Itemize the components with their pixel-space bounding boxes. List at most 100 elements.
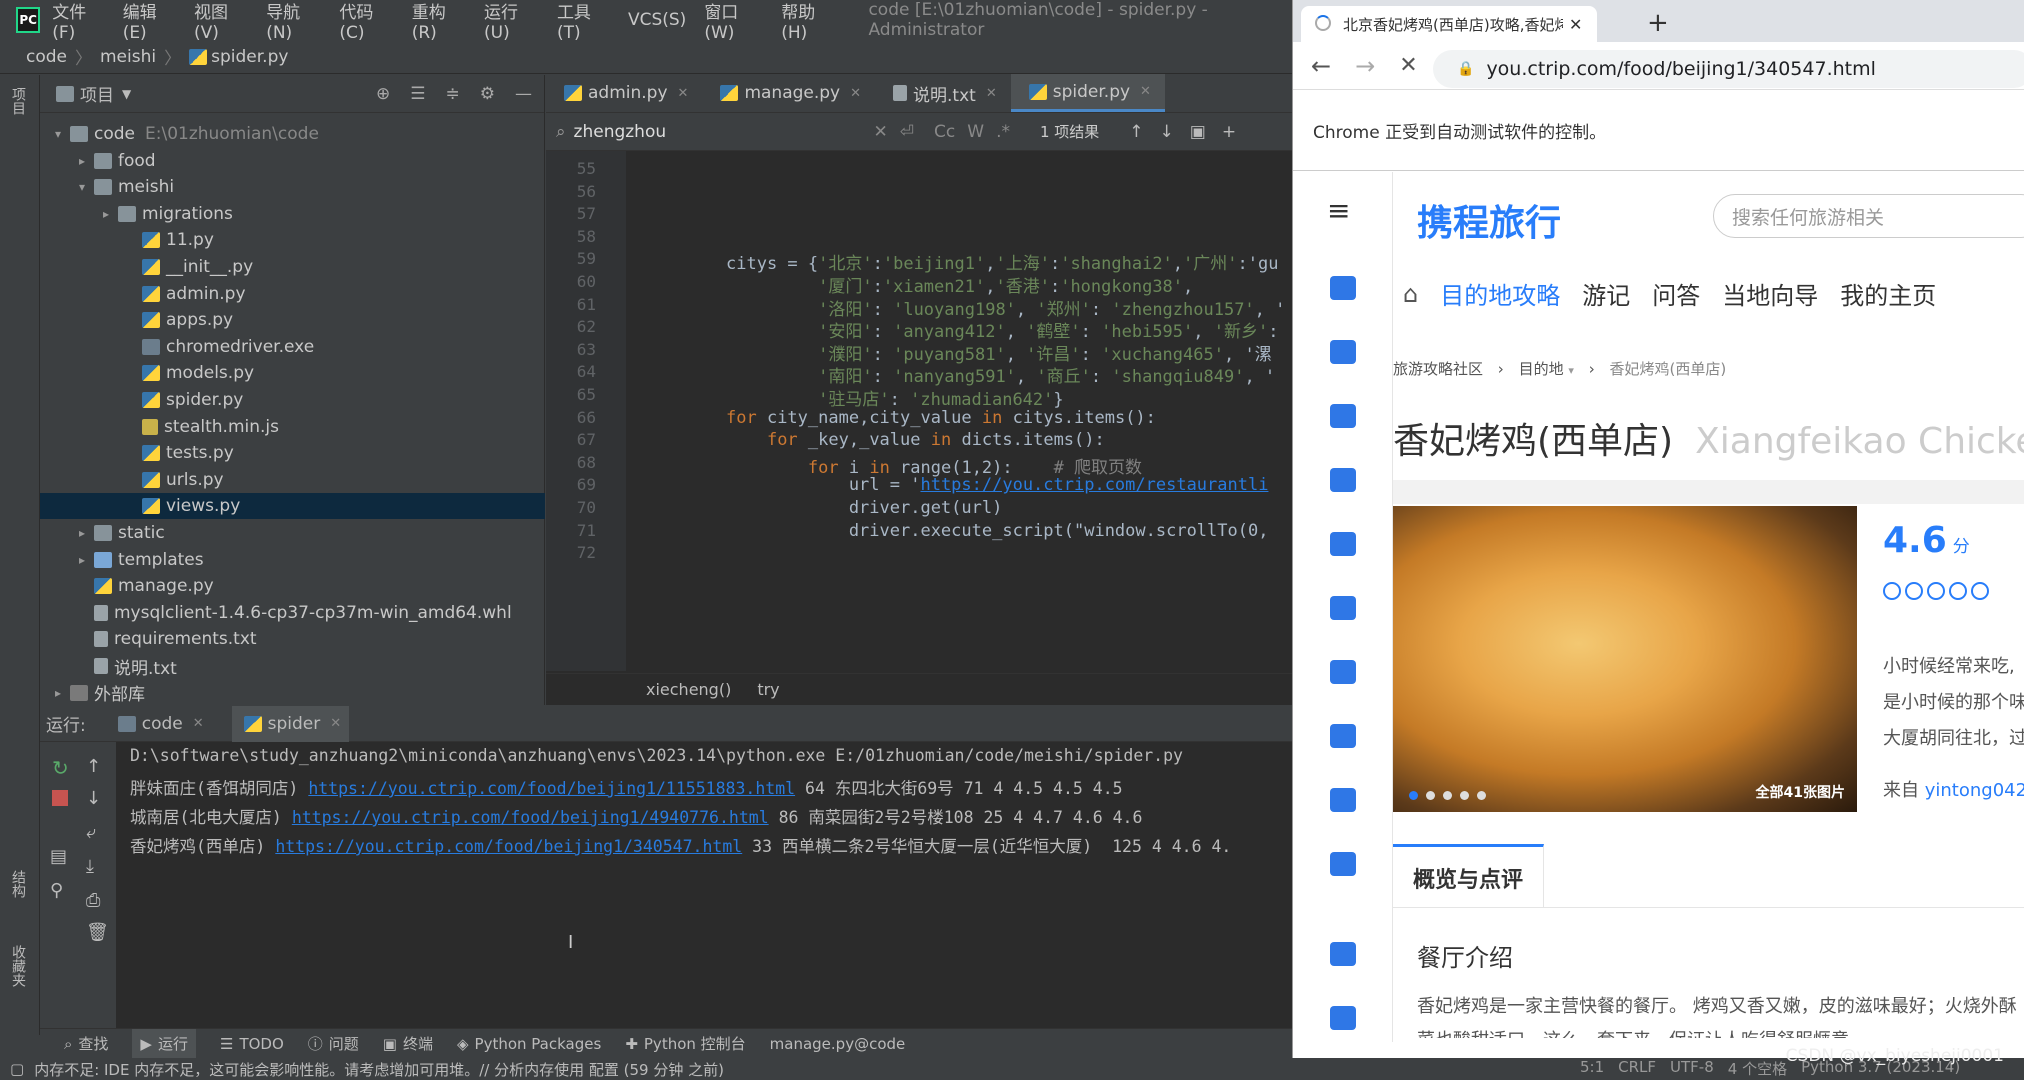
url-bar[interactable]: 🔒 you.ctrip.com/food/beijing1/340547.htm… bbox=[1433, 50, 2024, 88]
tree-item[interactable]: spider.py bbox=[40, 387, 545, 413]
expand-all-icon[interactable]: ☰ bbox=[410, 84, 425, 104]
gift-icon[interactable] bbox=[1330, 852, 1356, 876]
find-input[interactable]: zhengzhou bbox=[574, 122, 874, 142]
flight-icon[interactable] bbox=[1330, 340, 1356, 364]
locate-icon[interactable]: ⊕ bbox=[376, 84, 390, 104]
layout-icon[interactable]: ▤ bbox=[50, 846, 67, 867]
menu-vcs[interactable]: VCS(S) bbox=[628, 10, 686, 30]
dolphin-icon[interactable] bbox=[1330, 1006, 1356, 1030]
chevron-icon[interactable]: ▸ bbox=[74, 526, 90, 540]
close-icon[interactable]: ✕ bbox=[1140, 84, 1151, 99]
project-title[interactable]: 项目 bbox=[80, 81, 114, 106]
menu-window[interactable]: 窗口(W) bbox=[704, 0, 763, 43]
cursor-position[interactable]: 5:1 bbox=[1580, 1058, 1604, 1079]
regex-toggle-icon[interactable]: ⏎ bbox=[900, 122, 914, 142]
tree-item[interactable]: views.py bbox=[40, 493, 545, 520]
chevron-down-icon[interactable]: ▼ bbox=[122, 87, 131, 101]
home-icon[interactable]: ⌂ bbox=[1403, 280, 1418, 308]
console-link[interactable]: https://you.ctrip.com/food/beijing1/4940… bbox=[292, 808, 769, 827]
globe-icon[interactable] bbox=[1330, 788, 1356, 812]
tree-item[interactable]: ▸ templates bbox=[40, 547, 545, 573]
console-link[interactable]: https://you.ctrip.com/food/beijing1/1155… bbox=[308, 779, 795, 798]
forward-icon[interactable]: → bbox=[1355, 52, 1375, 80]
browser-tab[interactable]: 北京香妃烤鸡(西单店)攻略,香妃烤 ✕ bbox=[1301, 6, 1597, 42]
close-icon[interactable]: ✕ bbox=[678, 86, 689, 101]
hide-icon[interactable]: — bbox=[515, 84, 532, 104]
close-icon[interactable]: ✕ bbox=[1569, 15, 1582, 34]
z-brand-icon[interactable] bbox=[1330, 942, 1356, 966]
restaurant-photo[interactable]: 全部41张图片 bbox=[1393, 506, 1857, 812]
trash-icon[interactable]: 🗑 bbox=[86, 922, 109, 943]
tree-item[interactable]: ▸ food bbox=[40, 148, 545, 174]
scroll-to-end-icon[interactable]: ⤓ bbox=[86, 856, 94, 877]
review-user-link[interactable]: yintong0420 bbox=[1925, 780, 2024, 801]
tree-item[interactable]: ▸ 外部库 bbox=[40, 680, 545, 706]
menu-edit[interactable]: 编辑(E) bbox=[123, 0, 176, 43]
tree-item[interactable]: admin.py bbox=[40, 281, 545, 307]
bottom-tab-terminal[interactable]: ▣ 终端 bbox=[383, 1033, 433, 1054]
nav-qa[interactable]: 问答 bbox=[1652, 276, 1700, 311]
chevron-down-icon[interactable]: ▾ bbox=[1568, 364, 1574, 377]
encoding[interactable]: UTF-8 bbox=[1670, 1058, 1714, 1079]
bottom-tab-find[interactable]: ⌕ 查找 bbox=[64, 1033, 108, 1054]
tool-tab-project[interactable]: 项目 bbox=[8, 87, 28, 115]
train-icon[interactable] bbox=[1330, 404, 1356, 428]
chevron-icon[interactable]: ▸ bbox=[50, 686, 66, 700]
tab-admin-py[interactable]: admin.py ✕ bbox=[546, 74, 702, 112]
menu-run[interactable]: 运行(U) bbox=[484, 0, 539, 43]
tool-tab-favorites[interactable]: 收藏夹 bbox=[8, 945, 28, 987]
menu-refactor[interactable]: 重构(R) bbox=[412, 0, 466, 43]
nav-travelogues[interactable]: 游记 bbox=[1582, 276, 1630, 311]
close-icon[interactable]: ✕ bbox=[193, 716, 204, 731]
breadcrumb-item[interactable]: meishi bbox=[100, 47, 156, 67]
all-photos-link[interactable]: 全部41张图片 bbox=[1756, 782, 1845, 802]
new-tab-icon[interactable]: + bbox=[1647, 8, 1669, 38]
line-separator[interactable]: CRLF bbox=[1618, 1058, 1656, 1079]
breadcrumb-item[interactable]: code bbox=[26, 47, 67, 67]
tree-item[interactable]: __init__.py bbox=[40, 254, 545, 280]
tree-item[interactable]: tests.py bbox=[40, 440, 545, 466]
tree-item[interactable]: apps.py bbox=[40, 307, 545, 333]
select-all-icon[interactable]: ▣ bbox=[1190, 122, 1206, 142]
previous-match-icon[interactable]: ↑ bbox=[1129, 122, 1143, 142]
tree-item[interactable]: ▾ meishi bbox=[40, 174, 545, 200]
chevron-icon[interactable]: ▾ bbox=[50, 127, 66, 141]
site-search-input[interactable]: 搜索任何旅游相关 bbox=[1713, 194, 2024, 238]
wrap-icon[interactable]: ⤶ bbox=[86, 822, 96, 843]
down-icon[interactable]: ↓ bbox=[86, 788, 101, 809]
chevron-icon[interactable]: ▾ bbox=[74, 180, 90, 194]
chevron-icon[interactable]: ▸ bbox=[74, 154, 90, 168]
tree-item[interactable]: manage.py bbox=[40, 573, 545, 599]
bus-icon[interactable] bbox=[1330, 596, 1356, 620]
scenery-icon[interactable] bbox=[1330, 660, 1356, 684]
gear-icon[interactable]: ⚙ bbox=[480, 84, 495, 104]
indent[interactable]: 4 个空格 bbox=[1728, 1058, 1787, 1079]
tree-item[interactable]: models.py bbox=[40, 360, 545, 386]
menu-view[interactable]: 视图(V) bbox=[194, 0, 248, 43]
tree-item[interactable]: ▸ migrations bbox=[40, 201, 545, 227]
stop-icon[interactable] bbox=[52, 790, 68, 806]
status-message[interactable]: 内存不足: IDE 内存不足，这可能会影响性能。请考虑增加可用堆。// 分析内存… bbox=[34, 1059, 724, 1080]
close-icon[interactable]: ✕ bbox=[330, 716, 341, 731]
bottom-tab-run[interactable]: ▶ 运行 bbox=[132, 1029, 196, 1058]
tree-item[interactable]: 说明.txt bbox=[40, 653, 545, 679]
hotel-icon[interactable] bbox=[1330, 276, 1356, 300]
console-link[interactable]: https://you.ctrip.com/food/beijing1/3405… bbox=[275, 837, 742, 856]
bottom-tab-todo[interactable]: ☰ TODO bbox=[220, 1035, 284, 1053]
package-icon[interactable] bbox=[1330, 532, 1356, 556]
bottom-tab-console[interactable]: ✚ Python 控制台 bbox=[625, 1033, 745, 1054]
bottom-tab-packages[interactable]: ◈ Python Packages bbox=[457, 1035, 601, 1053]
tab-manage-py[interactable]: manage.py ✕ bbox=[702, 74, 875, 112]
bottom-tab-problems[interactable]: ⓘ 问题 bbox=[308, 1033, 359, 1054]
tree-item[interactable]: ▸ static bbox=[40, 520, 545, 546]
chevron-icon[interactable]: ▸ bbox=[98, 207, 114, 221]
collapse-all-icon[interactable]: ≑ bbox=[446, 84, 460, 104]
tab-readme-txt[interactable]: 说明.txt ✕ bbox=[875, 74, 1011, 112]
nav-destinations[interactable]: 目的地攻略 bbox=[1440, 276, 1560, 311]
tree-item[interactable]: 11.py bbox=[40, 227, 545, 253]
match-case-toggle[interactable]: Cc bbox=[934, 122, 955, 142]
code-crumb-function[interactable]: xiecheng() bbox=[646, 680, 731, 699]
add-occurrence-icon[interactable]: + bbox=[1222, 122, 1236, 142]
nav-local-guide[interactable]: 当地向导 bbox=[1722, 276, 1818, 311]
tree-item[interactable]: stealth.min.js bbox=[40, 414, 545, 440]
